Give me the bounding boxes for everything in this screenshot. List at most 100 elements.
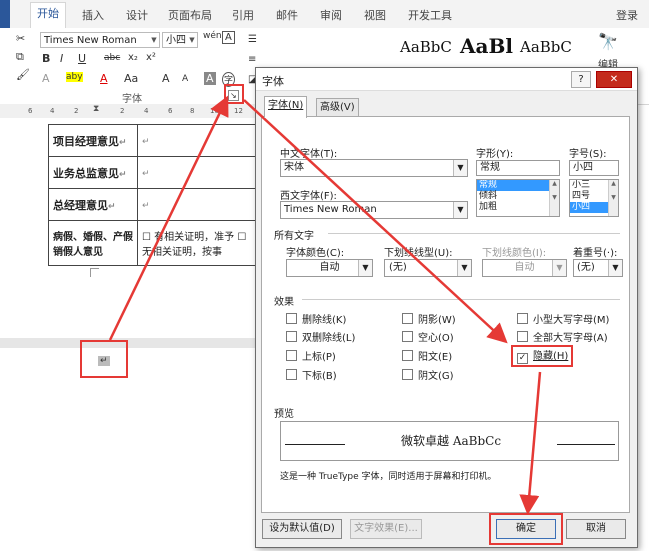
tab-review[interactable]: 审阅 bbox=[320, 7, 342, 23]
style-title-preview[interactable]: AaBbC bbox=[400, 38, 452, 56]
underline-color-select[interactable]: 自动 ▼ bbox=[482, 259, 567, 277]
table-cell-value[interactable]: ↵ bbox=[137, 156, 257, 189]
highlight-box-paragraph bbox=[80, 340, 128, 378]
font-color-button[interactable]: A bbox=[100, 72, 108, 85]
dialog-title: 字体 bbox=[262, 75, 284, 88]
shrink-font-button[interactable]: A bbox=[182, 74, 188, 84]
list-item[interactable]: 常规 bbox=[477, 180, 559, 191]
copy-icon[interactable]: ⧉ bbox=[16, 50, 24, 64]
checkbox-box[interactable] bbox=[517, 313, 528, 324]
underline-button[interactable]: U bbox=[78, 52, 86, 65]
checkbox-box[interactable] bbox=[286, 331, 297, 342]
checkbox-box[interactable] bbox=[402, 331, 413, 342]
format-painter-icon[interactable]: 🖌 bbox=[16, 68, 30, 81]
find-icon[interactable]: 🔭 bbox=[598, 32, 618, 51]
list-item[interactable]: 加粗 bbox=[477, 202, 559, 213]
char-border-icon[interactable]: A bbox=[222, 31, 235, 44]
highlight-button[interactable]: aby bbox=[66, 72, 83, 82]
bold-button[interactable]: B bbox=[42, 52, 50, 65]
change-case-button[interactable]: Aa bbox=[124, 72, 138, 85]
tab-home[interactable]: 开始 bbox=[30, 2, 66, 28]
emphasis-select[interactable]: (无) ▼ bbox=[573, 259, 623, 277]
font-color-select[interactable]: 自动 ▼ bbox=[286, 259, 373, 277]
chevron-down-icon: ▼ bbox=[189, 36, 195, 44]
underline-type-select[interactable]: (无) ▼ bbox=[384, 259, 472, 277]
superscript-button[interactable]: x² bbox=[146, 52, 156, 63]
tab-insert[interactable]: 插入 bbox=[82, 7, 104, 23]
italic-button[interactable]: I bbox=[60, 52, 63, 65]
checkbox-box[interactable] bbox=[402, 350, 413, 361]
tab-view[interactable]: 视图 bbox=[364, 7, 386, 23]
checkbox-small-caps[interactable]: 小型大写字母(M) bbox=[517, 313, 609, 326]
size-listbox[interactable]: 小三 四号 小四 ▲ ▼ bbox=[569, 179, 619, 217]
align-left-icon[interactable]: ≡ bbox=[248, 54, 256, 65]
scrollbar[interactable]: ▲ ▼ bbox=[608, 180, 618, 216]
highlight-box-ok bbox=[489, 513, 563, 545]
dialog-titlebar[interactable]: 字体 ? ✕ bbox=[256, 68, 637, 91]
effects-label: 效果 bbox=[274, 297, 294, 308]
checkbox-outline[interactable]: 空心(O) bbox=[402, 331, 454, 344]
preview-text: 微软卓越 AaBbCc bbox=[401, 434, 502, 448]
checkbox-double-strikethrough[interactable]: 双删除线(L) bbox=[286, 331, 355, 344]
list-item[interactable]: 倾斜 bbox=[477, 191, 559, 202]
checkbox-box[interactable] bbox=[402, 369, 413, 380]
tab-advanced[interactable]: 高级(V) bbox=[316, 98, 359, 118]
text-effects-button[interactable]: A bbox=[42, 72, 50, 85]
size-input[interactable]: 小四 bbox=[569, 160, 619, 176]
strikethrough-button[interactable]: abc bbox=[104, 53, 120, 63]
checkbox-engrave[interactable]: 阴文(G) bbox=[402, 369, 454, 382]
font-size-combo[interactable]: 小四 ▼ bbox=[162, 32, 198, 48]
font-name-combo[interactable]: Times New Roman ▼ bbox=[40, 32, 160, 48]
tab-mailings[interactable]: 邮件 bbox=[276, 7, 298, 23]
table-cell-label[interactable]: 业务总监意见↵ bbox=[48, 156, 138, 189]
style-heading1-preview[interactable]: AaBl bbox=[460, 34, 513, 58]
checkbox-all-caps[interactable]: 全部大写字母(A) bbox=[517, 331, 608, 344]
checkbox-box[interactable] bbox=[517, 331, 528, 342]
login-link[interactable]: 登录 bbox=[616, 7, 638, 23]
tab-font[interactable]: 字体(N) bbox=[264, 96, 308, 118]
font-dialog: 字体 ? ✕ 字体(N) 高级(V) 中文字体(T): 宋体 ▼ 西文字体(F):… bbox=[255, 67, 638, 548]
checkbox-box[interactable] bbox=[286, 313, 297, 324]
help-button[interactable]: ? bbox=[571, 71, 591, 88]
table-cell-label[interactable]: 病假、婚假、产假销假人意见 bbox=[48, 220, 138, 266]
cancel-button[interactable]: 取消 bbox=[566, 519, 626, 539]
checkbox-emboss[interactable]: 阳文(E) bbox=[402, 350, 452, 363]
document-page-2[interactable] bbox=[0, 348, 255, 551]
style-label: 字形(Y): bbox=[476, 149, 514, 160]
close-button[interactable]: ✕ bbox=[596, 71, 632, 88]
bullets-icon[interactable]: ☰ bbox=[248, 34, 257, 45]
text-effects-button[interactable]: 文字效果(E)... bbox=[350, 519, 422, 539]
paragraph-mark: ↵ bbox=[142, 201, 150, 211]
chinese-font-select[interactable]: 宋体 ▼ bbox=[280, 159, 468, 177]
grow-font-button[interactable]: A bbox=[162, 72, 170, 85]
style-listbox[interactable]: 常规 倾斜 加粗 ▲ ▼ bbox=[476, 179, 560, 217]
checkbox-box[interactable] bbox=[286, 350, 297, 361]
checkbox-shadow[interactable]: 阴影(W) bbox=[402, 313, 456, 326]
table-cell-value[interactable]: ↵ bbox=[137, 124, 257, 157]
western-font-select[interactable]: Times New Roman ▼ bbox=[280, 201, 468, 219]
phonetic-guide-icon[interactable]: wén bbox=[203, 31, 222, 41]
subscript-button[interactable]: x₂ bbox=[128, 52, 138, 63]
table-cell-value[interactable]: ↵ bbox=[137, 188, 257, 221]
highlight-box-launcher bbox=[224, 84, 244, 104]
table-cell-label[interactable]: 项目经理意见↵ bbox=[48, 124, 138, 157]
scrollbar[interactable]: ▲ ▼ bbox=[549, 180, 559, 216]
table-cell-label[interactable]: 总经理意见↵ bbox=[48, 188, 138, 221]
style-subtitle-preview[interactable]: AaBbC bbox=[520, 38, 572, 56]
checkbox-box[interactable] bbox=[286, 369, 297, 380]
checkbox-strikethrough[interactable]: 删除线(K) bbox=[286, 313, 346, 326]
preview-label: 预览 bbox=[274, 409, 294, 420]
tab-developer[interactable]: 开发工具 bbox=[408, 7, 452, 23]
tab-layout[interactable]: 页面布局 bbox=[168, 7, 212, 23]
checkbox-box[interactable] bbox=[402, 313, 413, 324]
indent-marker-icon[interactable]: ⧗ bbox=[93, 104, 99, 114]
char-shading-button[interactable]: A bbox=[204, 72, 216, 85]
cut-icon[interactable]: ✂ bbox=[16, 32, 25, 45]
style-input[interactable]: 常规 bbox=[476, 160, 560, 176]
tab-references[interactable]: 引用 bbox=[232, 7, 254, 23]
checkbox-subscript[interactable]: 下标(B) bbox=[286, 369, 337, 382]
tab-design[interactable]: 设计 bbox=[126, 7, 148, 23]
table-cell-value[interactable]: ☐ 有相关证明，准予 ☐ 无相关证明，按事 bbox=[137, 220, 257, 266]
set-default-button[interactable]: 设为默认值(D) bbox=[262, 519, 342, 539]
checkbox-superscript[interactable]: 上标(P) bbox=[286, 350, 336, 363]
